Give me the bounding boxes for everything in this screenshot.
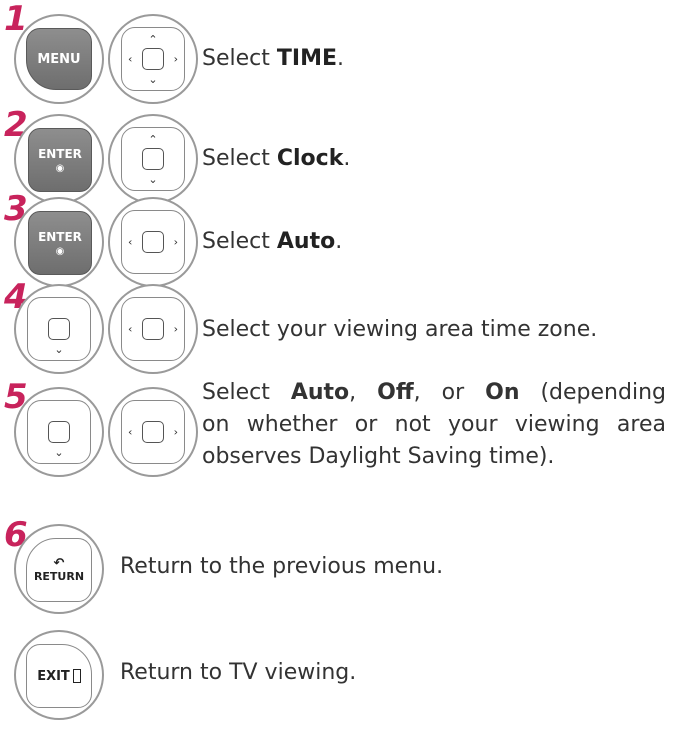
down-arrow-icon: ⌄ <box>148 73 158 86</box>
enter-button[interactable]: ENTER ◉ <box>28 128 92 192</box>
ok-center-icon <box>48 421 70 443</box>
nav-pad-circle-5a: ⌄ <box>14 387 104 477</box>
left-arrow-icon: ‹ <box>128 52 133 66</box>
step-5-line-3: observes Daylight Saving time). <box>202 444 555 469</box>
step-5-line-2: on whether or not your viewing area <box>202 412 666 437</box>
right-arrow-icon: › <box>173 425 178 439</box>
step-3-text: Select Auto. <box>202 229 343 254</box>
enter-dot-icon: ◉ <box>55 245 65 257</box>
ok-center-icon <box>142 148 164 170</box>
right-arrow-icon: › <box>173 322 178 336</box>
exit-key-circle: EXIT <box>14 630 104 720</box>
menu-key-circle: MENU <box>14 14 104 104</box>
exit-door-icon <box>72 669 81 683</box>
nav-pad-circle-1: ⌃ ⌄ ‹ › <box>108 14 198 104</box>
ok-center-icon <box>142 318 164 340</box>
nav-pad-circle-3: ‹ › <box>108 197 198 287</box>
down-arrow-icon: ⌄ <box>54 446 64 459</box>
nav-pad-icon[interactable]: ⌃ ⌄ <box>121 127 185 191</box>
nav-pad-icon[interactable]: ⌄ <box>27 400 91 464</box>
ok-center-icon <box>142 231 164 253</box>
return-arrow-icon: ↶ <box>53 556 65 571</box>
return-button-label: RETURN <box>33 570 85 583</box>
down-arrow-icon: ⌄ <box>54 343 64 356</box>
step-1-text: Select TIME. <box>202 46 344 71</box>
enter-dot-icon: ◉ <box>55 162 65 174</box>
enter-button-label: ENTER <box>38 146 82 161</box>
step-5-line-1: Select Auto, Off, or On (depending <box>202 380 666 405</box>
step-2-text: Select Clock. <box>202 146 351 171</box>
ok-center-icon <box>142 421 164 443</box>
up-arrow-icon: ⌃ <box>148 133 158 146</box>
enter-button[interactable]: ENTER ◉ <box>28 211 92 275</box>
down-arrow-icon: ⌄ <box>148 173 158 186</box>
nav-pad-icon[interactable]: ⌄ <box>27 297 91 361</box>
right-arrow-icon: › <box>173 235 178 249</box>
return-button[interactable]: ↶ RETURN <box>26 538 92 602</box>
menu-button[interactable]: MENU <box>26 28 92 90</box>
left-arrow-icon: ‹ <box>128 425 133 439</box>
left-arrow-icon: ‹ <box>128 322 133 336</box>
nav-pad-icon[interactable]: ‹ › <box>121 297 185 361</box>
exit-button-label: EXIT <box>37 668 70 684</box>
return-key-circle: ↶ RETURN <box>14 524 104 614</box>
menu-button-label: MENU <box>37 51 81 67</box>
left-arrow-icon: ‹ <box>128 235 133 249</box>
nav-pad-circle-2: ⌃ ⌄ <box>108 114 198 204</box>
nav-pad-circle-5b: ‹ › <box>108 387 198 477</box>
nav-pad-icon[interactable]: ‹ › <box>121 400 185 464</box>
enter-key-circle-3: ENTER ◉ <box>14 197 104 287</box>
up-arrow-icon: ⌃ <box>148 33 158 46</box>
nav-pad-icon[interactable]: ⌃ ⌄ ‹ › <box>121 27 185 91</box>
enter-button-label: ENTER <box>38 229 82 244</box>
ok-center-icon <box>142 48 164 70</box>
step-4-text: Select your viewing area time zone. <box>202 317 598 342</box>
ok-center-icon <box>48 318 70 340</box>
exit-step-text: Return to TV viewing. <box>120 660 357 685</box>
nav-pad-circle-4b: ‹ › <box>108 284 198 374</box>
step-6-text: Return to the previous menu. <box>120 554 444 579</box>
right-arrow-icon: › <box>173 52 178 66</box>
nav-pad-circle-4a: ⌄ <box>14 284 104 374</box>
nav-pad-icon[interactable]: ‹ › <box>121 210 185 274</box>
exit-button[interactable]: EXIT <box>26 644 92 708</box>
